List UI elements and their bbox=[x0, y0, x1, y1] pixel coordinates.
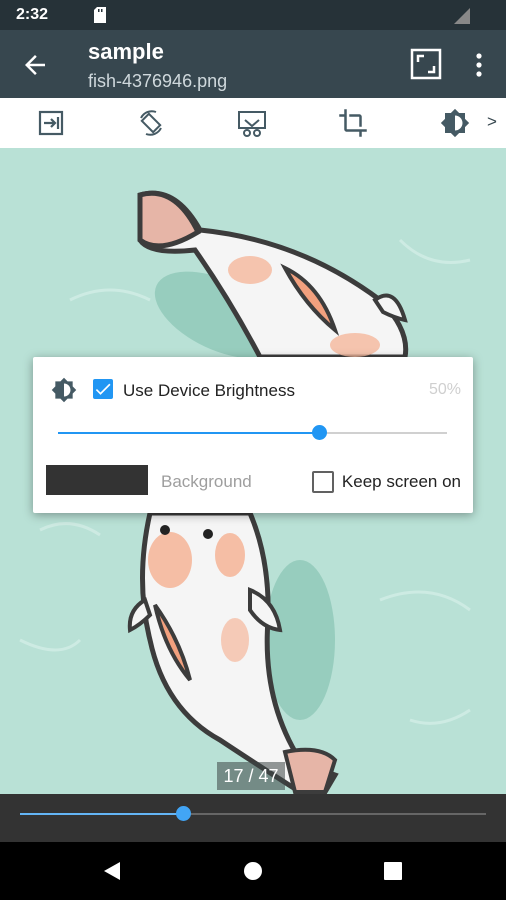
page-slider-bar bbox=[0, 794, 506, 842]
back-arrow-icon[interactable] bbox=[20, 50, 50, 80]
keep-screen-on-label[interactable]: Keep screen on bbox=[342, 472, 461, 492]
brightness-percent: 50% bbox=[428, 381, 461, 398]
recents-square-icon[interactable] bbox=[381, 859, 405, 883]
sd-card-icon bbox=[94, 7, 106, 23]
use-device-brightness-label[interactable]: Use Device Brightness bbox=[123, 381, 295, 401]
brightness-dialog: Use Device Brightness 50% Background Kee… bbox=[33, 357, 473, 513]
app-bar: sample fish-4376946.png bbox=[0, 30, 506, 98]
brightness-slider[interactable] bbox=[58, 423, 447, 443]
more-tools-indicator[interactable]: > bbox=[487, 112, 497, 132]
navigation-bar bbox=[0, 842, 506, 900]
fullscreen-icon[interactable] bbox=[410, 48, 442, 80]
use-device-brightness-checkbox[interactable] bbox=[93, 379, 113, 399]
keep-screen-on-checkbox[interactable] bbox=[312, 471, 334, 493]
status-time: 2:32 bbox=[16, 6, 49, 23]
rotate-button[interactable] bbox=[134, 106, 168, 140]
rotate-icon bbox=[140, 110, 162, 136]
brightness-slider-fill bbox=[58, 432, 319, 434]
brightness-slider-thumb[interactable] bbox=[311, 425, 327, 440]
checkmark-icon bbox=[95, 383, 111, 395]
crop-icon bbox=[339, 109, 367, 137]
image-toolbar: > bbox=[0, 98, 506, 148]
brightness-icon bbox=[51, 377, 77, 403]
home-circle-icon[interactable] bbox=[241, 859, 265, 883]
status-bar: 2:32 bbox=[0, 0, 506, 30]
page-slider-thumb[interactable] bbox=[176, 806, 192, 821]
exit-icon bbox=[38, 110, 64, 136]
crop-button[interactable] bbox=[336, 106, 370, 140]
exit-button[interactable] bbox=[34, 106, 68, 140]
overflow-menu-icon[interactable] bbox=[466, 50, 492, 80]
back-triangle-icon[interactable] bbox=[100, 859, 124, 883]
file-name: fish-4376946.png bbox=[88, 71, 228, 91]
page-slider-fill bbox=[20, 813, 184, 815]
brightness-icon bbox=[440, 108, 470, 138]
slideshow-icon bbox=[238, 111, 266, 137]
signal-icon bbox=[454, 8, 470, 24]
page-counter: 17 / 47 bbox=[217, 762, 285, 790]
background-color-swatch[interactable] bbox=[46, 465, 148, 495]
brightness-button[interactable] bbox=[438, 106, 472, 140]
page-title: sample bbox=[88, 39, 164, 64]
background-label[interactable]: Background bbox=[161, 472, 252, 492]
slideshow-button[interactable] bbox=[235, 106, 269, 140]
